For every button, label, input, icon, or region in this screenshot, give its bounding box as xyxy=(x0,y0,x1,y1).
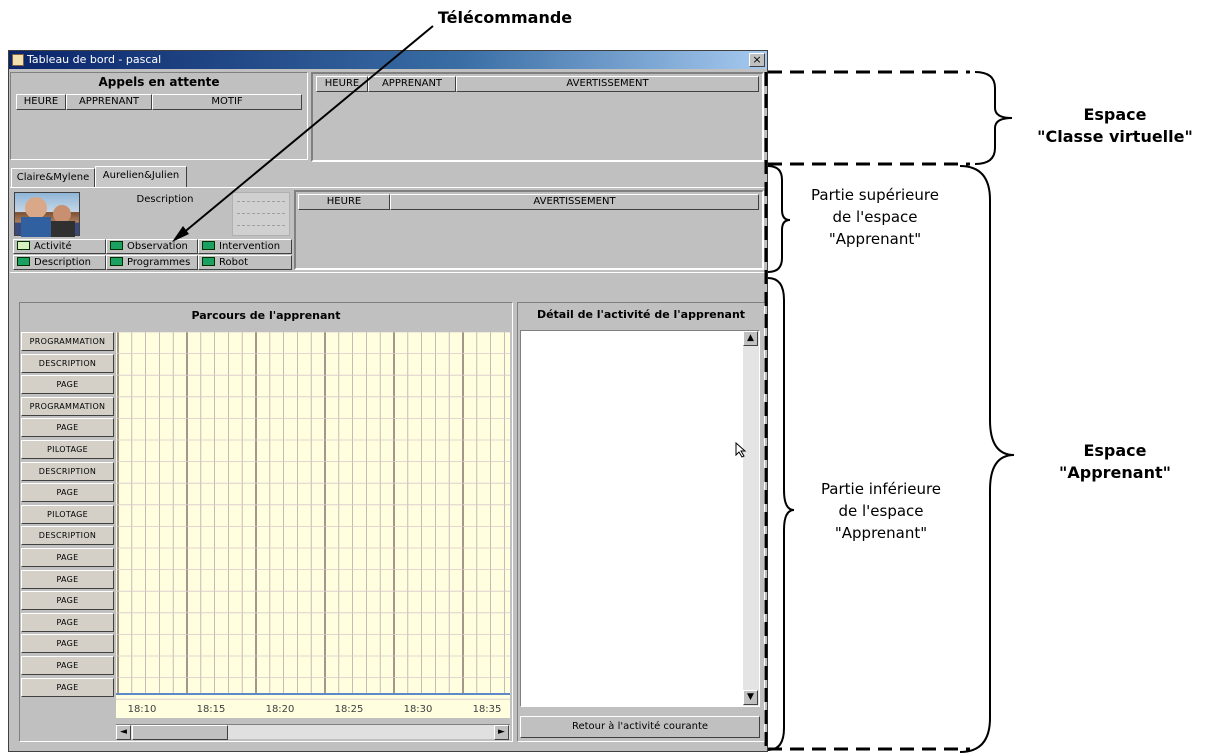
annotation-partie-inferieure: Partie inférieure de l'espace "Apprenant… xyxy=(820,480,942,542)
brace-partie-inferieure xyxy=(767,277,795,751)
brace-classe-virtuelle xyxy=(974,71,1013,165)
telecommande-arrowhead xyxy=(172,226,189,242)
brace-espace-apprenant xyxy=(959,165,1015,753)
telecommande-arrow-line xyxy=(181,25,434,235)
annotation-espace-apprenant: Espace "Apprenant" xyxy=(1059,441,1171,482)
annotation-partie-superieure: Partie supérieure de l'espace "Apprenant… xyxy=(811,186,939,248)
annotation-classe-virtuelle: Espace "Classe virtuelle" xyxy=(1037,105,1193,146)
brace-partie-superieure xyxy=(767,165,791,273)
